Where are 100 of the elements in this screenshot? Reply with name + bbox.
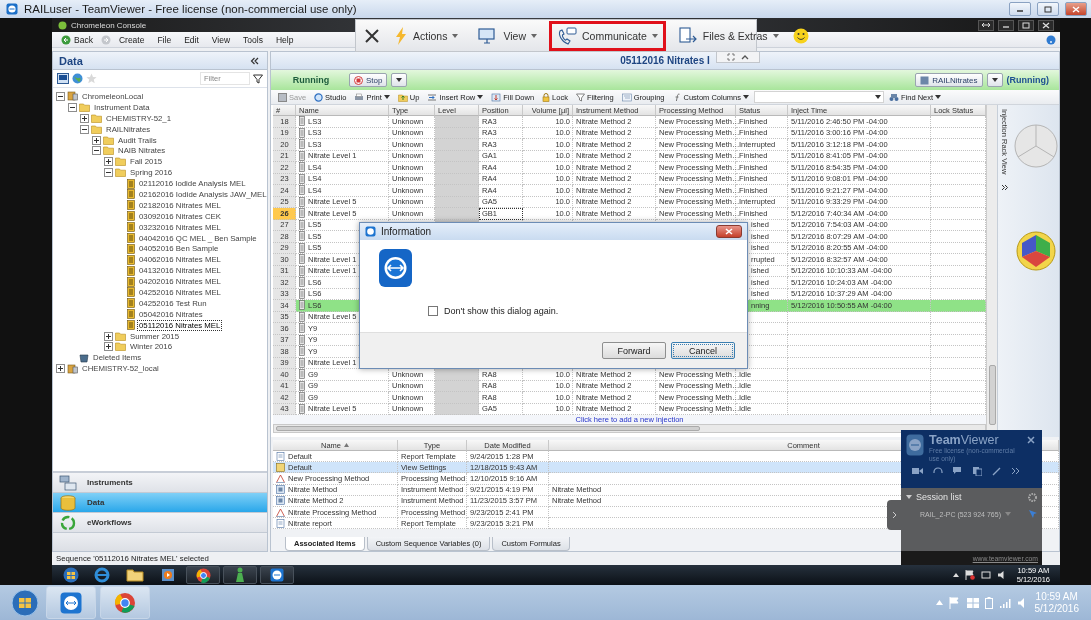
lock-icon <box>542 92 551 102</box>
menu-item[interactable]: Create <box>113 34 150 45</box>
caret-icon <box>396 78 403 82</box>
grouping-icon <box>621 92 632 102</box>
caret-icon <box>991 78 998 82</box>
tray-up-arrow-icon <box>952 573 959 577</box>
close-button[interactable] <box>716 225 742 238</box>
figure-icon <box>233 567 247 583</box>
minimize-button[interactable] <box>998 19 1014 31</box>
menu-item[interactable]: View <box>206 34 236 45</box>
maximize-icon <box>1022 21 1030 29</box>
flag-icon <box>964 570 975 580</box>
folder-icon <box>91 124 102 134</box>
database-icon <box>59 494 77 511</box>
speaker-icon <box>996 570 1007 580</box>
headset-icon <box>933 467 943 476</box>
globe-icon <box>72 73 83 84</box>
close-icon <box>725 228 733 235</box>
menu-item[interactable]: Back <box>56 34 98 45</box>
folder-icon <box>115 331 126 341</box>
fill-down-icon <box>491 92 502 102</box>
folder-icon <box>103 135 114 145</box>
double-chevron-right-icon <box>1001 184 1008 192</box>
instrument-method-icon <box>276 496 285 506</box>
toolbar-menu-button[interactable]: View <box>470 20 545 51</box>
dialog-button[interactable]: Forward <box>602 342 666 359</box>
folder-icon <box>115 168 126 178</box>
phone-chat-icon <box>557 26 577 45</box>
sample-rack-drawing <box>1016 231 1056 271</box>
toolbar-menu-button[interactable]: Communicate <box>549 20 666 51</box>
close-icon <box>1072 5 1080 13</box>
toolbar-menu-button[interactable]: Actions <box>386 20 467 51</box>
horizontal-scrollbar[interactable] <box>273 424 986 433</box>
run-state: Running <box>291 75 331 85</box>
start-orb-icon <box>63 567 79 583</box>
taskbar-app[interactable] <box>186 566 220 584</box>
dialog-button[interactable]: Cancel <box>671 342 735 359</box>
nav-item[interactable]: Instruments <box>53 473 267 493</box>
menu-item[interactable]: Edit <box>179 34 204 45</box>
close-icon <box>364 27 380 44</box>
toolbar-menu-button[interactable]: Files & Extras <box>669 20 787 51</box>
double-chevron-right-icon <box>1011 467 1020 475</box>
printer-icon <box>354 92 365 102</box>
taskbar-app[interactable] <box>223 566 257 584</box>
stop-button[interactable]: Stop <box>349 73 388 87</box>
chat-icon <box>953 467 963 476</box>
binoculars-icon <box>889 92 900 102</box>
smiley-icon <box>792 27 809 44</box>
dialog-title: Information <box>381 226 432 237</box>
windows-icon <box>966 596 979 609</box>
resize-button[interactable] <box>978 19 994 31</box>
dropdown-button[interactable] <box>986 73 1003 87</box>
report-icon <box>276 518 285 528</box>
taskbar-app[interactable] <box>260 566 294 584</box>
minimize-button[interactable] <box>1009 2 1031 16</box>
back-arrow-icon <box>61 34 71 45</box>
nav-item[interactable]: eWorkflows <box>53 513 267 533</box>
folder-icon <box>91 113 102 123</box>
tray-up-arrow-icon <box>935 600 943 605</box>
caret-icon <box>1004 512 1011 516</box>
files-icon <box>973 467 982 476</box>
checkbox[interactable] <box>428 306 438 316</box>
funnel-icon <box>575 92 585 102</box>
chevron-right-icon <box>892 511 897 519</box>
peak-icon <box>276 507 285 517</box>
help-icon <box>1046 34 1056 45</box>
server-icon <box>67 363 78 374</box>
dropdown-button[interactable] <box>391 73 408 87</box>
ring-icon <box>314 92 324 102</box>
report-icon <box>276 451 285 461</box>
menu-item[interactable]: Tools <box>238 34 268 45</box>
monitor-icon <box>57 73 69 84</box>
maximize-icon <box>1044 5 1052 13</box>
nav-item[interactable]: Data <box>53 493 267 513</box>
caret-icon <box>743 95 750 99</box>
play-icon <box>161 568 175 582</box>
settings-sheet-icon <box>276 462 285 472</box>
browser-e-icon <box>94 567 110 583</box>
menu-item[interactable]: File <box>152 34 177 45</box>
toolbar-handle[interactable] <box>716 52 760 63</box>
close-icon <box>1042 21 1050 29</box>
caret-icon <box>935 95 942 99</box>
folder-icon <box>115 342 126 352</box>
stop-icon <box>354 75 363 85</box>
file-transfer-icon <box>677 26 698 45</box>
maximize-button[interactable] <box>1018 19 1034 31</box>
close-icon <box>1027 436 1035 444</box>
signal-bars-icon <box>998 596 1011 609</box>
peak-icon <box>276 473 285 483</box>
video-icon <box>912 467 923 475</box>
close-button[interactable] <box>1038 19 1054 31</box>
network-icon <box>980 570 991 580</box>
wheel-icon <box>114 591 136 614</box>
brush-icon <box>992 467 1001 476</box>
menu-item[interactable]: Help <box>270 34 299 45</box>
flag-icon <box>948 596 961 609</box>
double-chevron-left-icon <box>250 56 259 65</box>
instrument-selector[interactable]: RAILNitrates <box>915 73 983 87</box>
battery-icon <box>984 596 993 609</box>
app-logo-icon <box>365 226 376 237</box>
